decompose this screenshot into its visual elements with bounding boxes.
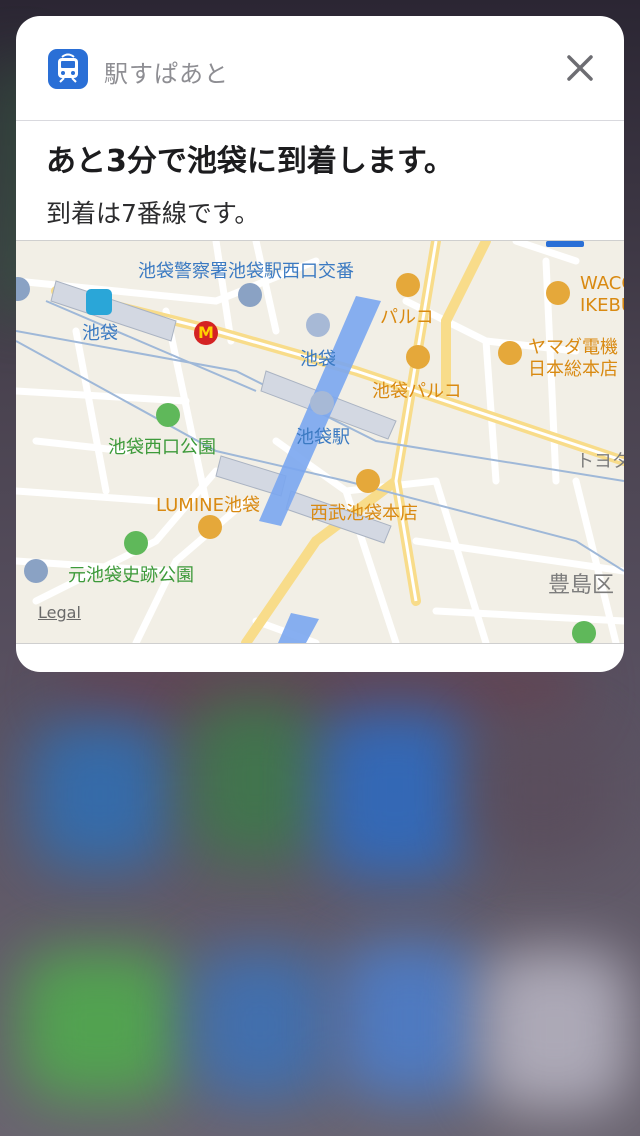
shopping-bag-icon bbox=[546, 281, 570, 305]
map-label-toshima-ward: 豊島区 bbox=[548, 573, 615, 598]
map-label-toyota: トヨタ bbox=[576, 451, 624, 472]
map-view[interactable]: M 池袋警察署池袋駅西口交番 池袋 パルコ WACO IKEBU ヤマダ電機 日… bbox=[16, 240, 624, 644]
app-name: 駅すぱあと bbox=[104, 60, 229, 88]
park-tree-icon bbox=[156, 403, 180, 427]
blurred-app-icon bbox=[480, 950, 630, 1110]
mcdonalds-icon: M bbox=[194, 321, 218, 345]
police-icon bbox=[238, 283, 262, 307]
notification-header: 駅すぱあと bbox=[16, 16, 624, 120]
notification-title: あと3分で池袋に到着します。 bbox=[46, 144, 454, 179]
train-app-icon bbox=[48, 49, 88, 89]
blurred-app-icon bbox=[470, 720, 610, 860]
notification-card[interactable]: 駅すぱあと あと3分で池袋に到着します。 到着は7番線です。 M 池袋警察署池袋… bbox=[16, 16, 624, 672]
map-label-metro-ikebukuro: 池袋 bbox=[82, 323, 118, 344]
map-label-lumine: LUMINE池袋 bbox=[156, 495, 260, 516]
shopping-bag-icon bbox=[406, 345, 430, 369]
header-divider bbox=[16, 120, 624, 121]
map-label-ikebukuro-station: 池袋駅 bbox=[296, 427, 350, 448]
notification-body: 到着は7番線です。 bbox=[46, 199, 260, 228]
blurred-app-icon bbox=[190, 700, 320, 860]
park-tree-icon bbox=[124, 531, 148, 555]
close-icon[interactable] bbox=[564, 52, 596, 84]
train-station-icon bbox=[310, 391, 334, 415]
train-station-icon bbox=[306, 313, 330, 337]
map-legal-link[interactable]: Legal bbox=[38, 603, 81, 622]
map-label-jr-ikebukuro: 池袋 bbox=[300, 349, 336, 370]
map-label-parco: パルコ bbox=[380, 307, 434, 328]
blurred-app-icon bbox=[340, 940, 480, 1100]
map-label-ikebukuro-parco: 池袋パルコ bbox=[372, 381, 462, 402]
shopping-bag-icon bbox=[356, 469, 380, 493]
blurred-app-icon bbox=[20, 950, 180, 1100]
blurred-app-icon bbox=[30, 720, 170, 870]
blurred-app-icon bbox=[190, 950, 330, 1100]
shopping-bag-icon bbox=[198, 515, 222, 539]
police-icon bbox=[24, 559, 48, 583]
blurred-app-icon bbox=[320, 710, 470, 880]
map-label-nishiguchi-park: 池袋西口公園 bbox=[108, 437, 216, 458]
shopping-bag-icon bbox=[396, 273, 420, 297]
map-label-yamada-2: 日本総本店 bbox=[528, 359, 618, 380]
map-label-wacoal-1: WACO bbox=[580, 273, 624, 294]
shopping-bag-icon bbox=[498, 341, 522, 365]
map-label-police-box: 池袋警察署池袋駅西口交番 bbox=[138, 261, 354, 282]
map-label-wacoal-2: IKEBU bbox=[580, 295, 624, 316]
map-label-motoikebukuro-park: 元池袋史跡公園 bbox=[68, 565, 194, 586]
map-label-seibu: 西武池袋本店 bbox=[310, 503, 418, 524]
metro-station-icon bbox=[86, 289, 112, 315]
park-tree-icon bbox=[572, 621, 596, 643]
